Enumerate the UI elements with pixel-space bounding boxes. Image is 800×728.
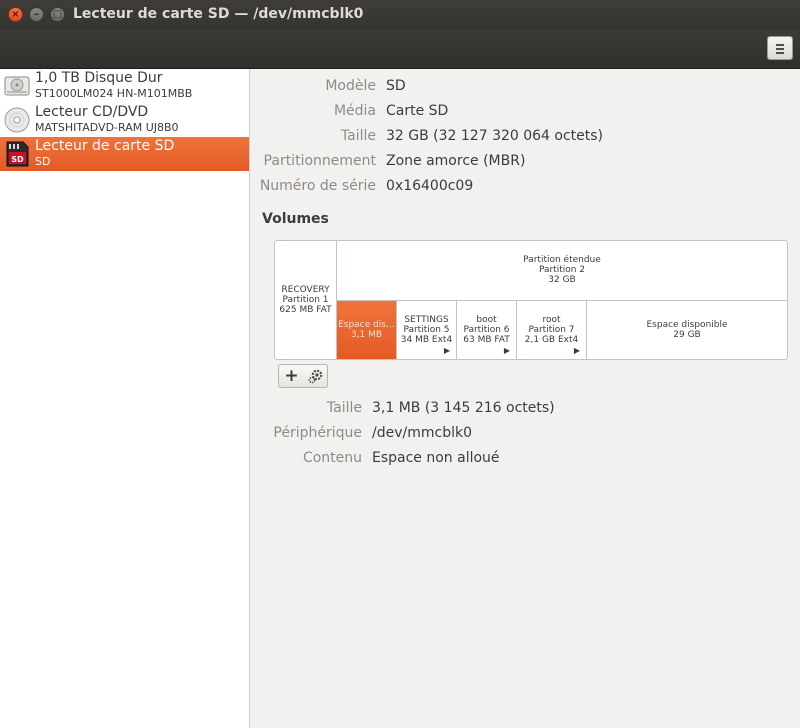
volumes-heading: Volumes [262, 211, 329, 227]
window-title: Lecteur de carte SD — /dev/mmcblk0 [73, 6, 364, 22]
window-titlebar: × – □ Lecteur de carte SD — /dev/mmcblk0 [0, 0, 800, 30]
device-value: /dev/mmcblk0 [372, 425, 472, 441]
drive-name: Lecteur CD/DVD [35, 104, 149, 120]
selected-size-value: 3,1 MB (3 145 216 octets) [372, 400, 555, 416]
header-bar [0, 30, 800, 69]
sidebar-item-cd-dvd[interactable]: Lecteur CD/DVD MATSHITADVD-RAM UJ8B0 [0, 103, 249, 137]
selected-size-label: Taille [326, 400, 362, 416]
partition-settings-button[interactable] [304, 366, 327, 386]
window-maximize-button[interactable]: □ [50, 7, 65, 22]
serial-value: 0x16400c09 [386, 178, 474, 194]
mount-arrow-icon: ▶ [573, 346, 580, 355]
optical-disc-icon [4, 107, 30, 133]
sd-card-icon: SD [6, 141, 29, 167]
close-icon: × [11, 9, 20, 20]
maximize-icon: □ [52, 9, 63, 20]
partitioning-label: Partitionnement [263, 153, 376, 169]
size-label: Taille [340, 128, 376, 144]
media-value: Carte SD [386, 103, 449, 119]
content-label: Contenu [302, 450, 362, 466]
content-value: Espace non alloué [372, 450, 500, 466]
partition-root[interactable]: root Partition 7 2,1 GB Ext4 ▶ [517, 301, 587, 359]
drive-model: SD [35, 155, 51, 168]
model-label: Modèle [325, 78, 376, 94]
media-label: Média [333, 103, 376, 119]
drive-model: ST1000LM024 HN-M101MBB [35, 87, 193, 100]
size-value: 32 GB (32 127 320 064 octets) [386, 128, 604, 144]
app-menu-button[interactable] [767, 36, 793, 60]
partition-boot[interactable]: boot Partition 6 63 MB FAT ▶ [457, 301, 517, 359]
partition-recovery[interactable]: RECOVERY Partition 1 625 MB FAT [275, 241, 337, 359]
hard-disk-icon [4, 76, 30, 96]
mount-arrow-icon: ▶ [503, 346, 510, 355]
window-minimize-button[interactable]: – [29, 7, 44, 22]
drive-details-panel: Modèle SD Média Carte SD Taille 32 GB (3… [250, 69, 800, 728]
serial-label: Numéro de série [259, 178, 376, 194]
model-value: SD [386, 78, 406, 94]
partition-free-space-selected[interactable]: Espace dis… 3,1 MB [337, 301, 397, 359]
hamburger-menu-icon [776, 44, 784, 56]
drive-sidebar: 1,0 TB Disque Dur ST1000LM024 HN-M101MBB… [0, 69, 250, 728]
sidebar-item-hard-disk[interactable]: 1,0 TB Disque Dur ST1000LM024 HN-M101MBB [0, 69, 249, 103]
mount-arrow-icon: ▶ [443, 346, 450, 355]
partition-free-space[interactable]: Espace disponible 29 GB [587, 301, 787, 359]
window-close-button[interactable]: × [8, 7, 23, 22]
partition-settings[interactable]: SETTINGS Partition 5 34 MB Ext4 ▶ [397, 301, 457, 359]
partitioning-value: Zone amorce (MBR) [386, 153, 526, 169]
svg-text:SD: SD [11, 155, 24, 164]
drive-model: MATSHITADVD-RAM UJ8B0 [35, 121, 179, 134]
gear-icon [308, 369, 322, 384]
partition-extended[interactable]: Partition étendue Partition 2 32 GB [337, 241, 787, 301]
volume-toolbar: + [278, 364, 328, 388]
sidebar-item-sd-card[interactable]: SD Lecteur de carte SD SD [0, 137, 249, 171]
volume-map: RECOVERY Partition 1 625 MB FAT Partitio… [274, 240, 788, 360]
device-label: Périphérique [273, 425, 362, 441]
drive-name: Lecteur de carte SD [35, 138, 175, 154]
add-partition-button[interactable]: + [280, 366, 303, 386]
minimize-icon: – [34, 9, 39, 20]
drive-name: 1,0 TB Disque Dur [35, 70, 163, 86]
